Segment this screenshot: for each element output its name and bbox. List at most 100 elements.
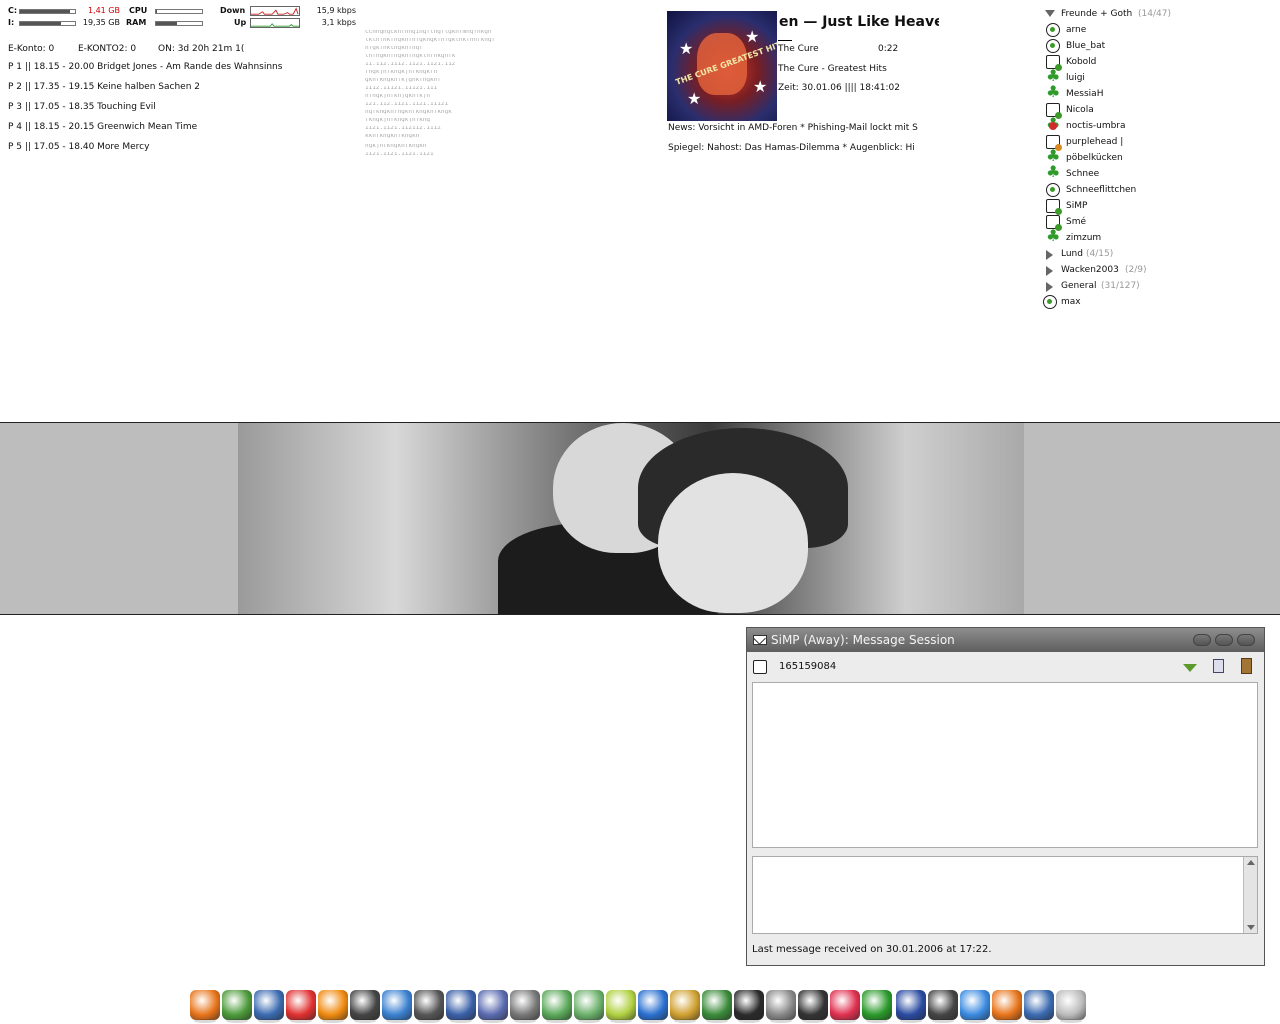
contact-item[interactable]: purplehead | [1040,134,1220,151]
noise-line: 1112.11121.11121.111 [365,86,438,90]
eye-ball-icon[interactable] [606,990,636,1023]
separator [778,40,792,41]
miranda-icon[interactable] [896,990,926,1023]
noise-line: 1121.1121.1121.1121 [365,152,434,156]
contact-item[interactable]: arne [1040,22,1220,38]
maximize-button[interactable] [1215,634,1233,646]
contact-name: luigi [1066,73,1085,83]
group-freunde-goth[interactable]: Freunde + Goth (14/47) [1040,6,1220,22]
history-icon[interactable] [1241,658,1252,674]
satellite-icon[interactable] [510,990,540,1023]
down-value: 15,9 kbps [316,6,356,15]
star-icon: ★ [753,77,768,96]
contact-item[interactable]: zimzum [1040,228,1220,246]
group-wacken2003[interactable]: Wacken2003 (2/9) [1040,262,1220,278]
firefox-icon[interactable] [190,990,220,1023]
group-count: (14/47) [1138,9,1171,19]
contact-item[interactable]: MessiaH [1040,84,1220,102]
contact-item[interactable]: luigi [1040,68,1220,86]
contact-name: Smé [1066,217,1087,227]
message-input[interactable] [752,856,1258,934]
scroll-down-icon[interactable] [1247,925,1255,930]
firefox-2-icon[interactable] [992,990,1022,1023]
monitor-gear-icon[interactable] [542,990,572,1023]
list-icon[interactable] [830,990,860,1023]
thunderbird-2-icon[interactable] [1024,990,1054,1023]
clover-status-icon [1046,228,1060,245]
contact-name: MessiaH [1066,89,1104,99]
lifebuoy-icon[interactable] [286,990,316,1023]
dropdown-arrow-icon[interactable] [1183,664,1197,672]
contact-item[interactable]: SiMP [1040,198,1220,215]
contact-item[interactable]: pöbelkücken [1040,148,1220,166]
computer-icon[interactable] [766,990,796,1023]
group-name: Wacken2003 [1061,265,1119,275]
collapse-arrow-icon[interactable] [1046,282,1053,292]
group-general[interactable]: General (31/127) [1040,278,1220,294]
messenger-icon[interactable] [222,990,252,1023]
contact-item[interactable]: Kobold [1040,54,1220,71]
tv-item: P 5 || 17.05 - 18.40 More Mercy [8,142,150,152]
contact-self[interactable]: max [1040,294,1220,310]
monitor-settings-icon[interactable] [574,990,604,1023]
contact-item[interactable]: Smé [1040,214,1220,231]
star-icon: ★ [687,89,702,108]
contact-name: SiMP [1066,201,1088,211]
contact-name: pöbelkücken [1066,153,1123,163]
contact-item[interactable]: Schnee [1040,164,1220,182]
noise-line: 121.112.1121.1121.11121 [365,102,449,106]
crown-icon[interactable] [670,990,700,1023]
user-details-icon[interactable] [1213,659,1224,673]
vlc-icon[interactable] [318,990,348,1023]
fox-mask-2-icon[interactable] [928,990,958,1023]
unreal-icon[interactable] [798,990,828,1023]
chat-bubble-icon[interactable] [960,990,990,1023]
clover-status-icon [1046,164,1060,181]
up-label: Up [234,18,247,27]
group-lund[interactable]: Lund (4/15) [1040,246,1220,262]
group-count: (2/9) [1125,265,1147,275]
collapse-arrow-icon[interactable] [1046,250,1053,260]
busy-status-icon [1046,116,1060,133]
down-label: Down [220,6,246,15]
window-title: SiMP (Away): Message Session [771,633,955,647]
noise-line: fkhgkjhfkhgkjhfkhg [365,118,431,122]
cube-icon[interactable] [382,990,412,1023]
noise-line: hgkjhfkhgkhfkhgkh [365,144,427,148]
scrollbar[interactable] [1243,857,1257,933]
window-titlebar[interactable]: SiMP (Away): Message Session [747,628,1264,652]
mail-icon[interactable] [1056,990,1086,1023]
drive-c-value: 1,41 GB [87,6,120,15]
album-cover: ★ ★ ★ ★ THE CURE GREATEST HITS [667,11,777,121]
up-value: 3,1 kbps [321,18,356,27]
thunderbird-icon[interactable] [254,990,284,1023]
network-icon[interactable] [446,990,476,1023]
online-status-icon [1046,183,1060,197]
contact-item[interactable]: Blue_bat [1040,38,1220,54]
fox-mask-icon[interactable] [350,990,380,1023]
checkmark-icon[interactable] [862,990,892,1023]
message-history[interactable] [752,682,1258,848]
scroll-up-icon[interactable] [1247,860,1255,865]
track-title: en — Just Like Heaven [779,14,939,30]
noise-line: hgfkhgkhfhgkhfkhgkhfkhgk [365,110,452,114]
datetime: Zeit: 30.01.06 |||| 18:41:02 [778,83,900,93]
notepad-icon[interactable] [702,990,732,1023]
noise-line: fhgkjhfkhgkjhfkhgkfh [365,70,438,74]
status-line: Last message received on 30.01.2006 at 1… [752,944,992,955]
eye-icon[interactable] [414,990,444,1023]
contact-item[interactable]: Schneeflittchen [1040,182,1220,198]
close-button[interactable] [1237,634,1255,646]
ekonto-counter: E-Konto: 0 [8,44,55,54]
expand-arrow-icon[interactable] [1045,10,1055,17]
star-icon: ★ [745,27,760,46]
collapse-arrow-icon[interactable] [1046,266,1053,276]
activity-monitor-icon[interactable] [734,990,764,1023]
minimize-button[interactable] [1193,634,1211,646]
contact-item[interactable]: noctis-umbra [1040,116,1220,134]
plane-icon[interactable] [638,990,668,1023]
couple-photo [238,423,1024,614]
contact-name: Schnee [1066,169,1100,179]
contact-item[interactable]: Nicola [1040,102,1220,119]
s-disc-icon[interactable] [478,990,508,1023]
